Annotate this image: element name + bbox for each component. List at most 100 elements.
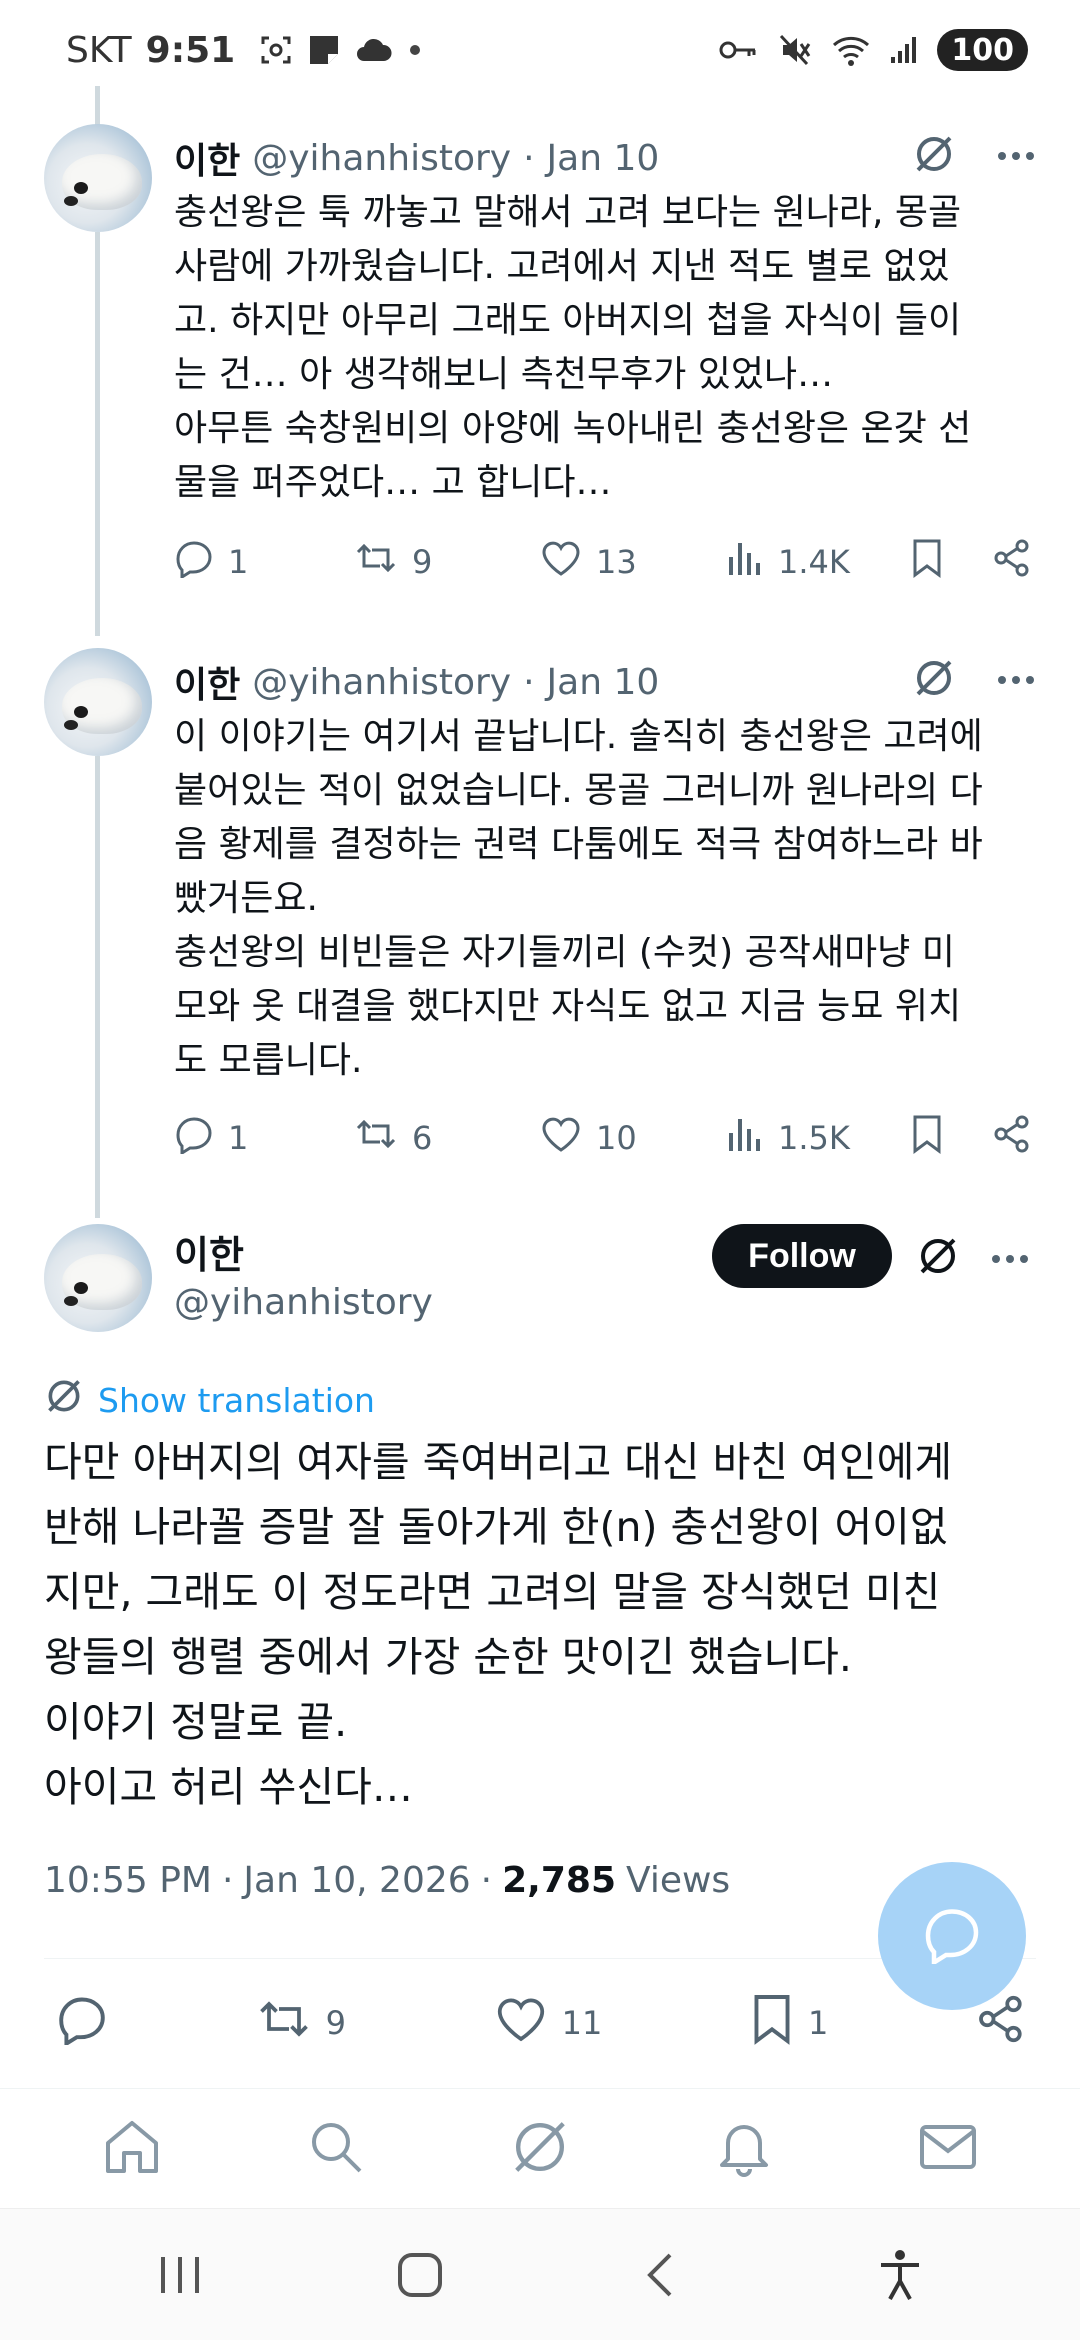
like-button[interactable]: 11 [494, 1994, 603, 2052]
compose-reply-button[interactable] [878, 1862, 1026, 2010]
status-bar: SKT 9:51 100 [0, 0, 1080, 100]
retweet-button[interactable]: 6 [354, 1114, 540, 1162]
retweet-count: 9 [325, 2004, 346, 2042]
tweet-text: 충선왕은 툭 까놓고 말해서 고려 보다는 원나라, 몽골 사람에 가까웠습니다… [174, 192, 972, 503]
share-button[interactable] [992, 1114, 1032, 1162]
views-label: Views [626, 1860, 731, 1901]
main-tweet-text: 다만 아버지의 여자를 죽여버리고 대신 바친 여인에게 반해 나라꼴 증말 잘… [44, 1438, 953, 1811]
separator: · [221, 1860, 234, 1901]
tweet-date[interactable]: Jan 10 [547, 138, 660, 179]
bookmark-button[interactable] [910, 538, 992, 586]
bookmark-icon [910, 1114, 944, 1162]
author-handle[interactable]: @yihanhistory [252, 662, 511, 703]
more-notifications-dot-icon [407, 42, 423, 58]
retweet-icon [354, 1114, 398, 1162]
share-button[interactable] [992, 538, 1032, 586]
accessibility-icon[interactable] [850, 2225, 950, 2325]
system-navigation-bar [0, 2208, 1080, 2340]
show-translation-label[interactable]: Show translation [98, 1381, 375, 1420]
reply-icon [56, 1993, 108, 2053]
author-name[interactable]: 이한 [174, 656, 240, 708]
author-name[interactable]: 이한 [174, 132, 240, 184]
tweet-metadata: 10:55 PM · Jan 10, 2026 · 2,785 Views [44, 1860, 730, 1901]
tweet-header: 이한 @yihanhistory · Jan 10 [174, 128, 659, 188]
bookmark-button[interactable]: 1 [750, 1993, 828, 2053]
bottom-nav [0, 2088, 1080, 2208]
retweet-button[interactable]: 9 [256, 1994, 346, 2052]
main-tweet-actions: 9 11 1 [56, 1988, 1026, 2058]
reply-button[interactable] [56, 1993, 108, 2053]
author-handle[interactable]: @yihanhistory [252, 138, 511, 179]
tweet-text: 이 이야기는 여기서 끝납니다. 솔직히 충선왕은 고려에 붙어있는 적이 없었… [174, 716, 983, 1081]
reply-button[interactable]: 1 [174, 1114, 354, 1162]
carrier-label: SKT [66, 29, 132, 71]
grok-icon[interactable] [912, 656, 956, 704]
tweet-header: 이한 @yihanhistory · Jan 10 [174, 652, 659, 712]
grok-icon[interactable] [912, 132, 956, 180]
views-button[interactable]: 1.4K [726, 539, 910, 585]
notifications-icon[interactable] [712, 2115, 776, 2183]
avatar[interactable] [44, 124, 152, 232]
wifi-icon [831, 33, 871, 67]
author-name[interactable]: 이한 [174, 1224, 244, 1279]
home-icon[interactable] [100, 2115, 164, 2183]
author-handle[interactable]: @yihanhistory [174, 1282, 433, 1323]
more-icon[interactable] [990, 1250, 1030, 1269]
retweet-button[interactable]: 9 [354, 538, 540, 586]
views-count: 2,785 [502, 1860, 616, 1901]
views-icon [726, 1115, 764, 1161]
screenshot-icon [259, 33, 293, 67]
app-notification-icon [307, 33, 341, 67]
separator: · [523, 137, 535, 179]
more-icon[interactable] [996, 147, 1036, 166]
signal-icon [889, 35, 919, 65]
recent-apps-icon[interactable] [130, 2225, 230, 2325]
avatar[interactable] [44, 1224, 152, 1332]
share-icon [992, 1114, 1032, 1162]
search-icon[interactable] [304, 2115, 368, 2183]
heart-icon [494, 1994, 548, 2052]
tweet-date[interactable]: Jan 10, 2026 [243, 1860, 470, 1901]
back-icon[interactable] [610, 2225, 710, 2325]
heart-icon [540, 538, 582, 586]
thread-line-top [95, 86, 100, 126]
like-count: 11 [561, 2004, 603, 2042]
reply-icon [922, 1904, 982, 1968]
retweet-icon [354, 538, 398, 586]
thread-tweet[interactable]: 이한 @yihanhistory · Jan 10 충선왕은 툭 까놓고 말해서… [0, 122, 1080, 622]
more-icon[interactable] [996, 671, 1036, 690]
like-count: 10 [596, 1119, 637, 1157]
like-count: 13 [596, 543, 637, 581]
like-button[interactable]: 13 [540, 538, 726, 586]
bookmark-count: 1 [808, 2004, 829, 2042]
avatar[interactable] [44, 648, 152, 756]
grok-icon[interactable] [916, 1234, 960, 1282]
views-button[interactable]: 1.5K [726, 1115, 910, 1161]
messages-icon[interactable] [916, 2115, 980, 2183]
retweet-count: 9 [412, 543, 433, 581]
show-translation-link[interactable]: Show translation [44, 1376, 375, 1424]
like-button[interactable]: 10 [540, 1114, 726, 1162]
bookmark-button[interactable] [910, 1114, 992, 1162]
bookmark-icon [750, 1993, 794, 2053]
tweet-time[interactable]: 10:55 PM [44, 1860, 212, 1901]
thread-tweet[interactable]: 이한 @yihanhistory · Jan 10 이 이야기는 여기서 끝납니… [0, 646, 1080, 1206]
views-count: 1.5K [778, 1119, 850, 1157]
clock: 9:51 [145, 29, 236, 71]
mute-icon [777, 32, 813, 68]
reply-icon [174, 1114, 214, 1162]
reply-button[interactable]: 1 [174, 538, 354, 586]
share-icon [992, 538, 1032, 586]
tweet-date[interactable]: Jan 10 [547, 662, 660, 703]
key-icon [719, 38, 759, 62]
retweet-count: 6 [412, 1119, 433, 1157]
battery-indicator: 100 [937, 29, 1028, 71]
cloud-icon [355, 35, 393, 65]
retweet-icon [256, 1994, 312, 2052]
reply-count: 1 [228, 1119, 249, 1157]
reply-count: 1 [228, 543, 249, 581]
follow-button[interactable]: Follow [712, 1224, 892, 1288]
grok-icon[interactable] [508, 2115, 572, 2183]
separator: · [480, 1860, 493, 1901]
home-button-icon[interactable] [370, 2225, 470, 2325]
